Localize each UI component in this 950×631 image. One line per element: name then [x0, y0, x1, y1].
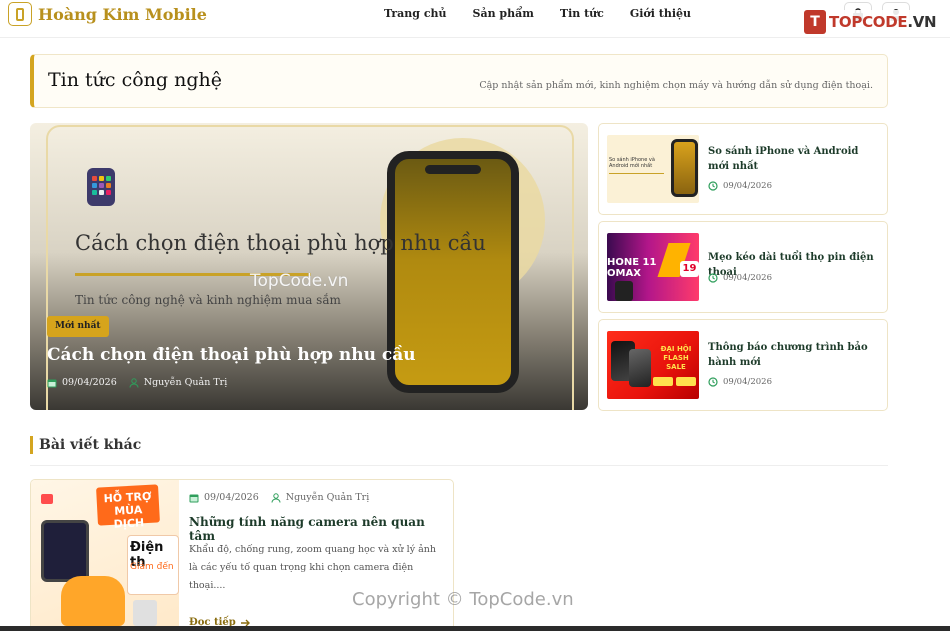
side-post-meta: 09/04/2026	[708, 377, 772, 387]
hero-post-title[interactable]: Cách chọn điện thoại phù hợp nhu cầu	[47, 345, 416, 365]
calendar-icon	[189, 494, 199, 502]
side-post-meta: 09/04/2026	[708, 181, 772, 191]
thumb-caption: HONE 11 OMAX	[607, 257, 657, 279]
section-accent-bar	[30, 436, 33, 454]
nav-item-about[interactable]: Giới thiệu	[630, 7, 691, 20]
copyright-watermark: Copyright © TopCode.vn	[352, 589, 574, 610]
brand-logo[interactable]: Hoàng Kim Mobile	[8, 2, 207, 26]
nav-item-products[interactable]: Sản phẩm	[473, 7, 534, 20]
bottom-strip	[0, 626, 950, 631]
side-post-title[interactable]: So sánh iPhone và Android mới nhất	[708, 144, 880, 174]
clock-icon	[708, 377, 718, 387]
section-title: Bài viết khác	[39, 437, 142, 453]
page-subtitle: Cập nhật sản phẩm mới, kinh nghiệm chọn …	[479, 80, 873, 91]
side-post-card[interactable]: So sánh iPhone và Android mới nhất So sá…	[598, 123, 888, 215]
side-post-thumbnail[interactable]: HONE 11 OMAX 19	[607, 233, 699, 301]
hero-image-title: Cách chọn điện thoại phù hợp nhu cầu	[75, 231, 486, 255]
hero-post-meta: 09/04/2026 Nguyễn Quản Trị	[47, 377, 227, 388]
thumb-badge: HỖ TRỢ MÙA DỊCH	[96, 484, 160, 531]
post-thumbnail[interactable]: HỖ TRỢ MÙA DỊCH Điện th Giảm đến	[31, 480, 179, 630]
side-post-thumbnail[interactable]: So sánh iPhone và Android mới nhất	[607, 135, 699, 203]
clock-icon	[708, 181, 718, 191]
nav-item-news[interactable]: Tin tức	[560, 7, 604, 20]
side-post-date: 09/04/2026	[723, 181, 772, 191]
topcode-watermark: TopCode.vn	[250, 271, 349, 291]
hero-post-author: Nguyễn Quản Trị	[143, 377, 228, 388]
topcode-logo-text: TOPCODE	[829, 13, 908, 31]
side-post-title[interactable]: Thông báo chương trình bảo hành mới	[708, 340, 880, 370]
post-meta: 09/04/2026 Nguyễn Quản Trị	[189, 492, 369, 503]
site-header: Hoàng Kim Mobile Trang chủ Sản phẩm Tin …	[0, 0, 950, 38]
topcode-watermark-logo: T TOPCODE.VN	[804, 10, 937, 34]
post-date: 09/04/2026	[204, 492, 259, 503]
nav-item-home[interactable]: Trang chủ	[384, 7, 447, 20]
side-post-card[interactable]: ĐẠI HỘI FLASH SALE Thông báo chương trìn…	[598, 319, 888, 411]
hero-post-date: 09/04/2026	[62, 377, 117, 388]
page-title: Tin tức công nghệ	[48, 69, 222, 91]
thumb-caption: ĐẠI HỘI FLASH SALE	[660, 345, 692, 371]
page-banner: Tin tức công nghệ Cập nhật sản phẩm mới,…	[30, 54, 888, 108]
side-post-date: 09/04/2026	[723, 377, 772, 387]
side-post-thumbnail[interactable]: ĐẠI HỘI FLASH SALE	[607, 331, 699, 399]
post-excerpt: Khẩu độ, chống rung, zoom quang học và x…	[189, 544, 436, 591]
user-outline-icon	[271, 492, 281, 503]
side-post-card[interactable]: HONE 11 OMAX 19 Mẹo kéo dài tuổi thọ pin…	[598, 221, 888, 313]
calendar-icon	[47, 379, 57, 387]
brand-name[interactable]: Hoàng Kim Mobile	[38, 5, 207, 24]
thumb-caption: So sánh iPhone và Android mới nhất	[609, 157, 655, 169]
app-grid-icon	[87, 168, 115, 206]
thumb-subcaption: Giảm đến	[130, 562, 174, 572]
topcode-mark-icon: T	[804, 10, 826, 34]
side-post-meta: 09/04/2026	[708, 273, 772, 283]
phone-logo-icon	[8, 2, 32, 26]
latest-badge: Mới nhất	[47, 316, 109, 337]
featured-post[interactable]: Cách chọn điện thoại phù hợp nhu cầu Tin…	[30, 123, 588, 410]
user-outline-icon	[129, 377, 139, 388]
clock-icon	[708, 273, 718, 283]
hero-image-subtitle: Tin tức công nghệ và kinh nghiệm mua sắm	[75, 293, 341, 307]
post-author: Nguyễn Quản Trị	[285, 492, 370, 503]
section-header: Bài viết khác	[30, 436, 888, 466]
post-title[interactable]: Những tính năng camera nên quan tâm	[189, 515, 453, 543]
topcode-logo-tld: .VN	[907, 13, 937, 31]
side-post-date: 09/04/2026	[723, 273, 772, 283]
main-nav: Trang chủ Sản phẩm Tin tức Giới thiệu	[384, 7, 691, 20]
